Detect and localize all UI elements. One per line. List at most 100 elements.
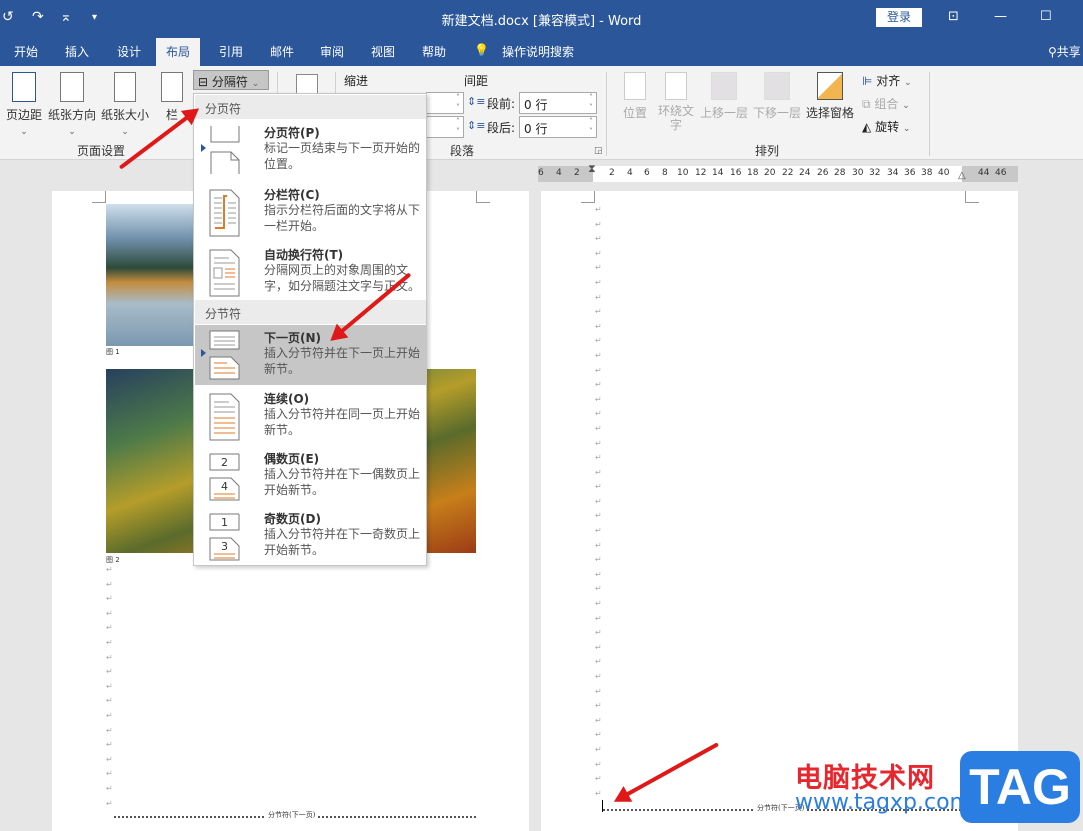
tab-help[interactable]: 帮助 bbox=[422, 43, 446, 60]
ruler-tick: 46 bbox=[995, 168, 1007, 178]
orientation-button[interactable]: 纸张方向 ⌄ bbox=[46, 72, 98, 137]
indent-label: 缩进 bbox=[344, 74, 369, 88]
divider bbox=[606, 72, 607, 156]
paragraph-dialog-launcher-icon[interactable]: ◲ bbox=[594, 146, 603, 156]
ruler-tick: 28 bbox=[834, 168, 846, 178]
space-before-input[interactable]: 0 行 ˄ ˅ bbox=[519, 92, 597, 114]
tab-review[interactable]: 审阅 bbox=[320, 43, 344, 60]
rotate-button[interactable]: ◭ 旋转 ⌄ bbox=[862, 118, 910, 135]
svg-text:3: 3 bbox=[221, 540, 228, 553]
bring-forward-button[interactable]: 上移一层 bbox=[699, 72, 749, 121]
ribbon: 页边距 ⌄ 纸张方向 ⌄ 纸张大小 ⌄ 栏 ⊟ 分隔符 ⌄ 页面设置 缩进 ˄ ˅ ˄ ˅… bbox=[0, 66, 1083, 160]
margin-corner-mark bbox=[92, 191, 106, 203]
menu-item-even-page[interactable]: 24 偶数页(E) 插入分节符并在下一偶数页上开始新节。 bbox=[195, 446, 426, 506]
ruler-tick: 6 bbox=[644, 168, 650, 178]
tell-me-search[interactable]: 操作说明搜索 bbox=[502, 43, 574, 60]
selection-pane-icon bbox=[817, 72, 843, 100]
ruler-tick: 40 bbox=[938, 168, 950, 178]
tab-home[interactable]: 开始 bbox=[14, 43, 38, 60]
tab-layout[interactable]: 布局 bbox=[156, 38, 201, 66]
bring-forward-icon bbox=[711, 72, 737, 100]
ruler-tick: 4 bbox=[627, 168, 633, 178]
tab-design[interactable]: 设计 bbox=[117, 43, 141, 60]
ruler-tick: 16 bbox=[730, 168, 742, 178]
maximize-icon[interactable]: ☐ bbox=[1040, 9, 1052, 24]
lightbulb-icon: 💡 bbox=[474, 43, 489, 57]
ribbon-display-icon[interactable]: ⊡ bbox=[948, 9, 959, 24]
send-backward-icon bbox=[764, 72, 790, 100]
menu-item-continuous[interactable]: 连续(O) 插入分节符并在同一页上开始新节。 bbox=[195, 386, 426, 446]
selection-pane-button[interactable]: 选择窗格 bbox=[805, 72, 855, 121]
menu-item-next-page[interactable]: 下一页(N) 插入分节符并在下一页上开始新节。 bbox=[195, 325, 426, 385]
page-breaks-header: 分页符 bbox=[195, 95, 426, 119]
pointer-marker-icon bbox=[201, 144, 206, 152]
spacing-label: 间距 bbox=[464, 74, 489, 88]
ruler-tick: 6 bbox=[538, 168, 544, 178]
margins-icon bbox=[12, 72, 36, 102]
svg-text:4: 4 bbox=[221, 480, 228, 493]
indent-left-input[interactable]: ˄ ˅ bbox=[426, 92, 464, 114]
vertical-scrollbar[interactable] bbox=[1072, 160, 1083, 825]
indent-right-input[interactable]: ˄ ˅ bbox=[426, 116, 464, 138]
position-icon bbox=[624, 72, 646, 100]
paragraph-marks: ↵ ↵ ↵ ↵ ↵ ↵ ↵ ↵ ↵ ↵ ↵ ↵ ↵ ↵ ↵ ↵ ↵ bbox=[106, 565, 113, 808]
send-backward-button[interactable]: 下移一层 bbox=[752, 72, 802, 121]
share-label: 共享 bbox=[1056, 45, 1081, 59]
size-icon bbox=[114, 72, 136, 102]
ruler-tick: 22 bbox=[782, 168, 794, 178]
right-indent-marker[interactable]: △ bbox=[958, 170, 966, 181]
breaks-dropdown-menu: 分页符 分页符(P) 标记一页结束与下一页开始的位置。 分栏符(C) 指示分栏符… bbox=[193, 93, 427, 566]
column-break-icon bbox=[209, 189, 240, 237]
rotate-icon: ◭ bbox=[862, 120, 872, 134]
ruler-tick: 24 bbox=[799, 168, 811, 178]
section-breaks-header: 分节符 bbox=[195, 300, 426, 324]
first-line-indent-marker[interactable]: ⧗ bbox=[588, 162, 596, 176]
ribbon-tabs: 开始 插入 设计 布局 引用 邮件 审阅 视图 帮助 💡 操作说明搜索 ⚲共享 bbox=[0, 36, 1083, 66]
ruler-tick: 38 bbox=[921, 168, 933, 178]
pointer-marker-icon bbox=[201, 349, 206, 357]
group-button[interactable]: ⧉ 组合 ⌄ bbox=[862, 95, 910, 112]
menu-item-page-break[interactable]: 分页符(P) 标记一页结束与下一页开始的位置。 bbox=[195, 120, 426, 180]
space-after-label: 段后: bbox=[487, 121, 516, 135]
menu-item-column-break[interactable]: 分栏符(C) 指示分栏符后面的文字将从下一栏开始。 bbox=[195, 182, 426, 242]
breaks-icon: ⊟ bbox=[198, 75, 209, 89]
tab-insert[interactable]: 插入 bbox=[65, 43, 89, 60]
position-button[interactable]: 位置 bbox=[620, 72, 650, 121]
menu-item-text-wrapping-break[interactable]: 自动换行符(T) 分隔网页上的对象周围的文字，如分隔题注文字与正文。 bbox=[195, 242, 426, 302]
group-icon: ⧉ bbox=[862, 97, 871, 111]
page-2[interactable]: ↵ ↵ ↵ ↵ ↵ ↵ ↵ ↵ ↵ ↵ ↵ ↵ ↵ ↵ ↵ ↵ ↵ ↵ ↵ ↵ ↵ ↵ ↵ ↵ ↵ ↵ ↵ ↵ ↵ ↵ ↵ ↵ ↵ ↵ ↵ ↵ ↵ ↵ ↵ ↵… bbox=[541, 191, 1018, 831]
wrap-text-button[interactable]: 环绕文字 bbox=[656, 72, 696, 132]
tab-mailings[interactable]: 邮件 bbox=[270, 43, 294, 60]
size-button[interactable]: 纸张大小 ⌄ bbox=[99, 72, 151, 137]
page-break-icon bbox=[210, 126, 240, 174]
login-button[interactable]: 登录 bbox=[876, 8, 922, 27]
share-button[interactable]: ⚲共享 bbox=[1048, 43, 1081, 60]
person-add-icon: ⚲ bbox=[1048, 45, 1057, 59]
tab-references[interactable]: 引用 bbox=[219, 43, 243, 60]
ruler-tick: 12 bbox=[695, 168, 707, 178]
margin-corner-mark bbox=[965, 191, 979, 203]
align-button[interactable]: ⊫ 对齐 ⌄ bbox=[862, 72, 912, 89]
margin-corner-mark bbox=[476, 191, 490, 203]
breaks-button[interactable]: ⊟ 分隔符 ⌄ bbox=[193, 70, 269, 90]
columns-icon bbox=[161, 72, 183, 102]
menu-item-odd-page[interactable]: 13 奇数页(D) 插入分节符并在下一奇数页上开始新节。 bbox=[195, 506, 426, 566]
ruler-tick: 2 bbox=[574, 168, 580, 178]
space-after-input[interactable]: 0 行 ˄ ˅ bbox=[519, 116, 597, 138]
tab-view[interactable]: 视图 bbox=[371, 43, 395, 60]
svg-text:1: 1 bbox=[221, 516, 228, 529]
align-icon: ⊫ bbox=[862, 74, 873, 88]
horizontal-ruler[interactable]: 6 4 2 2 4 6 8 10 12 14 16 18 20 22 24 26… bbox=[538, 162, 1018, 182]
margins-button[interactable]: 页边距 ⌄ bbox=[4, 72, 44, 137]
ruler-tick: 8 bbox=[662, 168, 668, 178]
minimize-icon[interactable]: — bbox=[994, 9, 1007, 24]
even-page-section-icon: 24 bbox=[209, 453, 240, 501]
arrange-group-label: 排列 bbox=[755, 144, 780, 158]
ruler-tick: 34 bbox=[887, 168, 899, 178]
space-before-icon: ⇕≡ bbox=[467, 95, 486, 108]
ruler-tick: 26 bbox=[817, 168, 829, 178]
wrap-text-icon bbox=[665, 72, 687, 100]
ruler-tick: 36 bbox=[904, 168, 916, 178]
columns-button[interactable]: 栏 bbox=[158, 72, 186, 123]
section-break-label: 分节符(下一页) bbox=[266, 810, 318, 820]
